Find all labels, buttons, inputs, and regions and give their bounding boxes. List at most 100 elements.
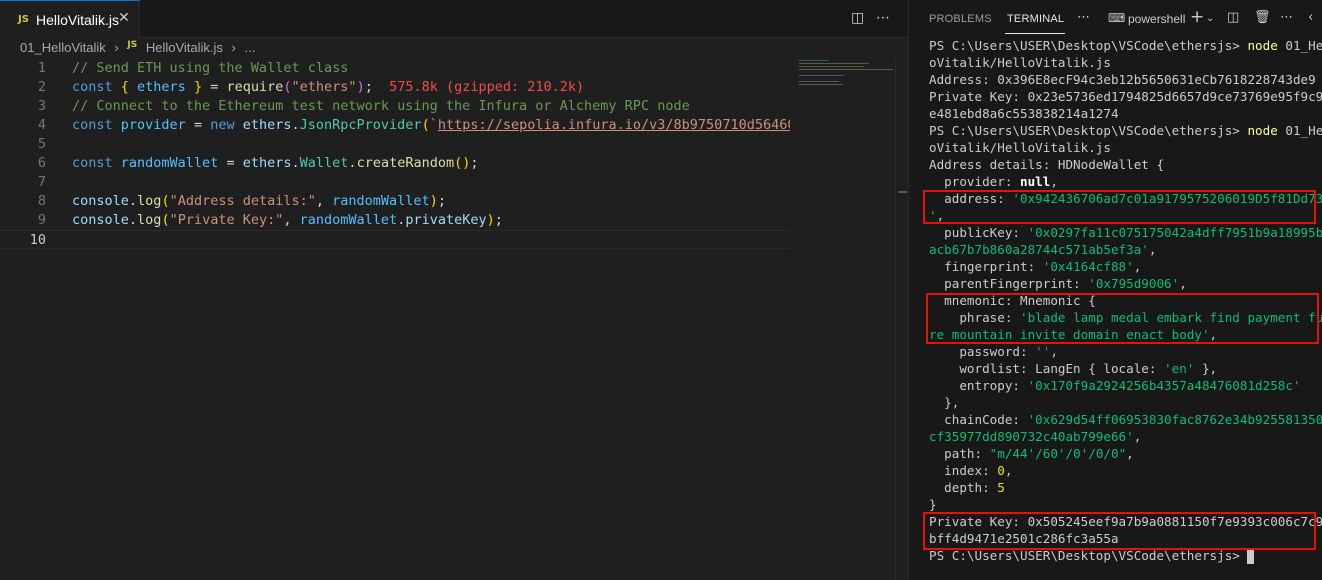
terminal-text: provider: [929, 174, 1020, 189]
code-token: JsonRpcProvider [299, 117, 422, 133]
code-token: log [137, 193, 162, 209]
tab-problems[interactable]: PROBLEMS [929, 13, 992, 25]
code-token: . [291, 117, 300, 133]
highlight-private-key-box [923, 512, 1316, 550]
terminal-line: entropy: '0x170f9a2924256b4357a48476081d… [929, 377, 1315, 394]
code-line[interactable]: 6 const randomWallet = ethers.Wallet.crea… [0, 154, 790, 173]
terminal-text: , [1126, 446, 1134, 461]
terminal-line: PS C:\Users\USER\Desktop\VSCode\ethersjs… [929, 37, 1322, 54]
new-terminal-icon[interactable]: + [1190, 7, 1204, 27]
more-views-icon[interactable]: ⋯ [1077, 10, 1090, 25]
chevron-left-icon[interactable]: ‹ [1308, 10, 1313, 25]
code-line[interactable]: 1 // Send ETH using the Wallet class [0, 59, 790, 78]
tab-terminal[interactable]: TERMINAL [1007, 13, 1064, 25]
code-token: . [128, 193, 138, 209]
code-token: ) [486, 212, 495, 228]
terminal-line: cf35977dd890732c40ab799e66', [929, 428, 1315, 445]
code-token: new [210, 117, 243, 133]
code-token: ` [429, 117, 438, 133]
terminal-panel: PROBLEMS TERMINAL ⋯ ⌨ powershell + ⌄ ◫ 🗑… [908, 0, 1322, 580]
chevron-down-icon[interactable]: ⌄ [1206, 13, 1214, 24]
line-number: 3 [37, 98, 46, 114]
line-number: 8 [37, 193, 46, 209]
code-token[interactable]: https://sepolia.infura.io/v3/8b9750710d5… [438, 117, 790, 133]
terminal-text: index: [929, 463, 998, 478]
terminal-text: , [1148, 242, 1157, 257]
code-token: ( [283, 79, 292, 95]
code-token: console [72, 193, 129, 209]
code-token: ; [470, 155, 479, 171]
code-text: const randomWallet = ethers.Wallet.creat… [72, 154, 479, 173]
terminal-line: oVitalik/HelloVitalik.js [929, 54, 1315, 71]
terminal-text: chainCode: [929, 412, 1028, 427]
code-line[interactable]: 9 console.log("Private Key:", randomWalle… [0, 211, 790, 230]
code-text: const provider = new ethers.JsonRpcProvi… [72, 116, 790, 135]
code-line[interactable]: 5 [0, 135, 790, 154]
line-number: 7 [37, 174, 46, 190]
terminal-icon: ⌨ [1108, 11, 1126, 25]
code-token: 575.8k (gzipped: 210.2k) [389, 79, 585, 95]
breadcrumb-file[interactable]: HelloVitalik.js [146, 40, 223, 55]
split-editor-icon[interactable]: ◫ [851, 10, 864, 26]
terminal-line: PS C:\Users\USER\Desktop\VSCode\ethersjs… [929, 122, 1322, 139]
terminal-cursor [1247, 549, 1255, 564]
code-token: = [218, 155, 243, 171]
code-line[interactable]: 4 const provider = new ethers.JsonRpcProv… [0, 116, 790, 135]
code-line[interactable]: 3 // Connect to the Ethereum test network… [0, 97, 790, 116]
code-token: . [128, 212, 138, 228]
terminal-text: "m/44'/60'/0'/0/0" [989, 446, 1127, 461]
terminal-line: depth: 5 [929, 479, 1315, 496]
terminal-line: publicKey: '0x0297fa11c075175042a4dff795… [929, 224, 1322, 241]
tab-hellovitalik-js[interactable]: JS HelloVitalik.js ✕ [0, 0, 140, 38]
code-token: // Send ETH using the Wallet class [72, 60, 349, 76]
terminal-text: , [1050, 174, 1058, 189]
code-text: console.log("Private Key:", randomWallet… [72, 211, 503, 230]
code-token: const [72, 155, 121, 171]
terminal-shell-label[interactable]: powershell [1128, 12, 1185, 26]
terminal-line: } [929, 496, 1315, 513]
code-token: randomWallet [120, 155, 219, 171]
code-token: const [72, 79, 121, 95]
code-token: ; [437, 193, 446, 209]
code-line[interactable]: 10 [0, 230, 790, 249]
split-terminal-icon[interactable]: ◫ [1227, 10, 1239, 25]
terminal-text: fingerprint: [929, 259, 1043, 274]
terminal-text: password: [929, 344, 1036, 359]
code-editor[interactable]: JS HelloVitalik.js ✕ ◫ ⋯ 01_HelloVitalik… [0, 0, 908, 580]
code-token: "Address details:" [169, 193, 316, 209]
terminal-text: '0x170f9a2924256b4357a48476081d258c' [1027, 378, 1301, 393]
line-number: 9 [37, 212, 46, 228]
code-token: createRandom [356, 155, 455, 171]
minimap[interactable] [795, 59, 895, 89]
code-token: , [283, 212, 300, 228]
code-token: . [291, 155, 300, 171]
code-token: randomWallet [299, 212, 398, 228]
breadcrumb-folder[interactable]: 01_HelloVitalik [20, 40, 106, 55]
code-text: // Send ETH using the Wallet class [72, 59, 348, 78]
code-token: . [348, 155, 357, 171]
code-token: require [226, 79, 284, 95]
terminal-text: node [1247, 38, 1278, 53]
trash-icon[interactable]: 🗑 [1254, 10, 1271, 25]
more-actions-icon[interactable]: ⋯ [1280, 10, 1293, 25]
terminal-line: index: 0, [929, 462, 1315, 479]
more-actions-icon[interactable]: ⋯ [876, 10, 890, 26]
line-number: 10 [29, 232, 46, 248]
code-line[interactable]: 2 const { ethers } = require("ethers"); 5… [0, 78, 790, 97]
terminal-text: entropy: [929, 378, 1028, 393]
code-token: = [202, 79, 227, 95]
terminal-text: , [1133, 429, 1142, 444]
code-text: console.log("Address details:", randomWa… [72, 192, 446, 211]
terminal-text: null [1020, 174, 1051, 189]
terminal-line: e481ebd8a6c553838214a1274 [929, 105, 1315, 122]
terminal-line: chainCode: '0x629d54ff06953830fac8762e34… [929, 411, 1322, 428]
close-icon[interactable]: ✕ [118, 10, 130, 26]
editor-scrollbar[interactable] [895, 59, 907, 580]
panel-header: PROBLEMS TERMINAL ⋯ ⌨ powershell + ⌄ ◫ 🗑… [909, 0, 1322, 36]
code-line[interactable]: 7 [0, 173, 790, 192]
terminal-line: parentFingerprint: '0x795d9006', [929, 275, 1315, 292]
code-area[interactable]: 1 // Send ETH using the Wallet class 2 cons… [0, 59, 790, 479]
breadcrumb-symbol[interactable]: ... [245, 40, 256, 55]
chevron-right-icon: › [114, 40, 119, 55]
code-line[interactable]: 8 console.log("Address details:", randomW… [0, 192, 790, 211]
